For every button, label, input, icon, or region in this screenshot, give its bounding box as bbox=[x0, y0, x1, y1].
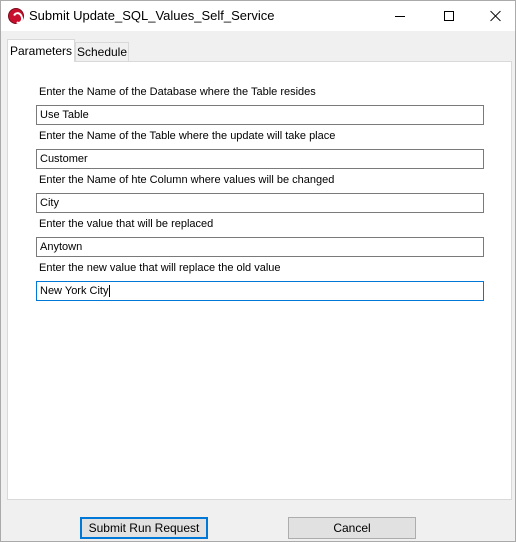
title-bar[interactable]: Submit Update_SQL_Values_Self_Service bbox=[1, 1, 515, 31]
tab-parameters[interactable]: Parameters bbox=[7, 39, 75, 62]
app-logo-icon bbox=[8, 8, 24, 24]
cancel-button[interactable]: Cancel bbox=[288, 517, 416, 539]
new-value-text: New York City bbox=[40, 285, 109, 297]
old-value-input[interactable]: Anytown bbox=[36, 237, 484, 257]
new-value-label: Enter the new value that will replace th… bbox=[39, 262, 281, 274]
close-button[interactable] bbox=[473, 1, 516, 31]
old-value-label: Enter the value that will be replaced bbox=[39, 218, 214, 230]
text-caret bbox=[109, 285, 111, 298]
parameters-panel: Enter the Name of the Database where the… bbox=[7, 61, 512, 500]
window-title: Submit Update_SQL_Values_Self_Service bbox=[29, 8, 275, 23]
dialog-window: Submit Update_SQL_Values_Self_Service Pa… bbox=[0, 0, 516, 542]
column-name-input[interactable]: City bbox=[36, 193, 484, 213]
submit-run-request-button[interactable]: Submit Run Request bbox=[80, 517, 208, 539]
maximize-button[interactable] bbox=[426, 1, 472, 31]
column-name-label: Enter the Name of hte Column where value… bbox=[39, 174, 335, 186]
new-value-input[interactable]: New York City bbox=[36, 281, 484, 301]
tab-schedule[interactable]: Schedule bbox=[75, 42, 129, 61]
database-name-input[interactable]: Use Table bbox=[36, 105, 484, 125]
minimize-icon bbox=[395, 15, 405, 17]
minimize-button[interactable] bbox=[377, 1, 423, 31]
table-name-input[interactable]: Customer bbox=[36, 149, 484, 169]
database-name-label: Enter the Name of the Database where the… bbox=[39, 86, 316, 98]
close-icon bbox=[490, 10, 502, 22]
table-name-label: Enter the Name of the Table where the up… bbox=[39, 130, 336, 142]
maximize-icon bbox=[444, 11, 454, 21]
